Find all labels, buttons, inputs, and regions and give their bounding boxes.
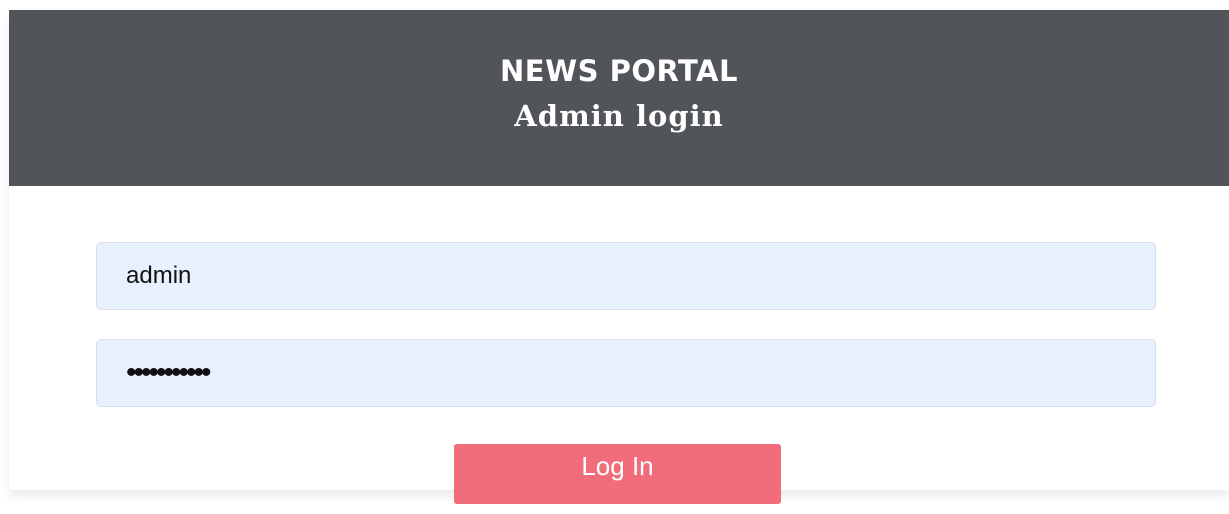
password-input[interactable] (96, 339, 1156, 407)
page-subtitle: Admin login (514, 99, 724, 133)
username-input[interactable] (96, 242, 1156, 310)
login-header: NEWS PORTAL Admin login (9, 10, 1229, 186)
login-button[interactable]: Log In (454, 444, 781, 504)
login-card: NEWS PORTAL Admin login (9, 10, 1229, 490)
brand-title: NEWS PORTAL (500, 54, 738, 88)
